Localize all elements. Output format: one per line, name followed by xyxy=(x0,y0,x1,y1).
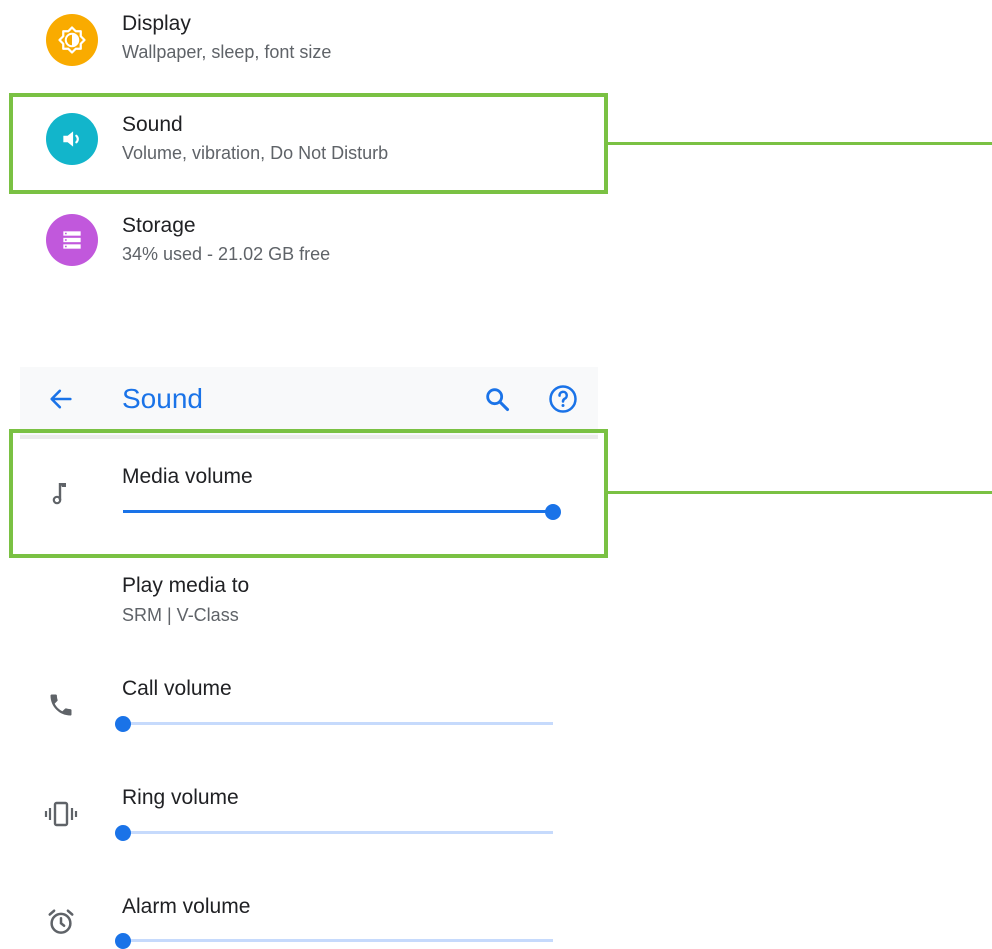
play-media-value: SRM | V-Class xyxy=(122,605,239,625)
help-icon[interactable] xyxy=(546,382,580,416)
settings-item-subtitle: Wallpaper, sleep, font size xyxy=(122,42,332,62)
display-brightness-icon xyxy=(46,14,98,66)
vibrate-icon xyxy=(44,797,78,831)
storage-icon xyxy=(46,214,98,266)
call-volume-label: Call volume xyxy=(122,677,232,700)
settings-item-title: Display xyxy=(122,12,191,35)
settings-item-subtitle: 34% used - 21.02 GB free xyxy=(122,244,331,264)
phone-icon xyxy=(44,688,78,722)
slider-thumb[interactable] xyxy=(115,716,131,732)
slider-track xyxy=(123,722,553,725)
slider-track xyxy=(123,831,553,834)
page-title: Sound xyxy=(122,383,203,414)
sound-highlight-box xyxy=(9,93,608,194)
alarm-volume-label: Alarm volume xyxy=(122,895,251,918)
media-volume-highlight-box xyxy=(9,429,608,558)
ring-volume-slider[interactable] xyxy=(115,825,553,841)
settings-item-title: Storage xyxy=(122,214,196,237)
call-volume-slider[interactable] xyxy=(115,716,553,732)
play-media-label: Play media to xyxy=(122,574,250,597)
slider-thumb[interactable] xyxy=(115,825,131,841)
media-volume-pointer-line xyxy=(607,491,992,494)
ring-volume-label: Ring volume xyxy=(122,786,239,809)
search-icon[interactable] xyxy=(480,382,514,416)
sound-pointer-line xyxy=(607,142,992,145)
alarm-icon xyxy=(44,905,78,939)
back-arrow-icon[interactable] xyxy=(44,382,78,416)
slider-thumb[interactable] xyxy=(115,933,131,949)
